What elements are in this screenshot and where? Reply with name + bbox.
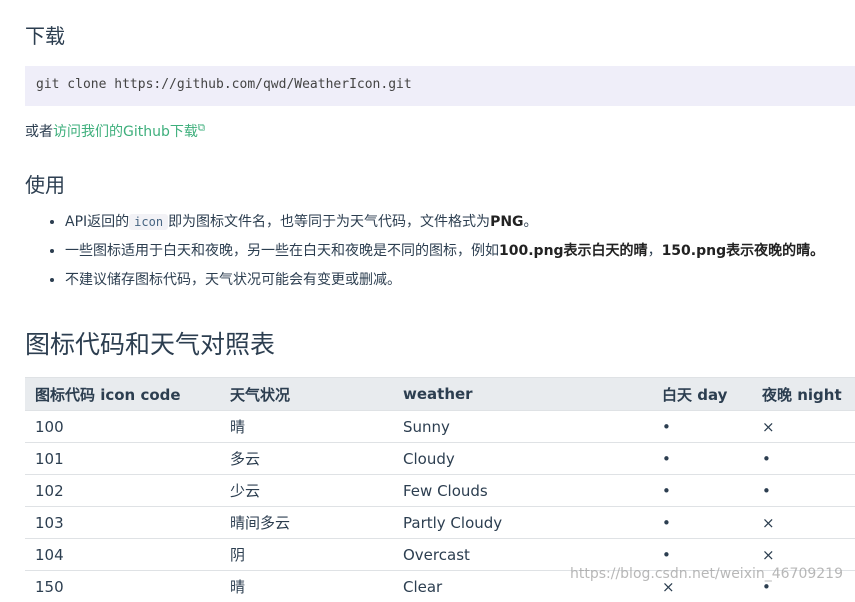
- column-header: 图标代码 icon code: [25, 378, 220, 411]
- table-cell: Few Clouds: [393, 475, 652, 507]
- table-cell: 100: [25, 411, 220, 443]
- column-header: 夜晚 night: [752, 378, 855, 411]
- table-cell: •: [752, 475, 855, 507]
- github-download-link[interactable]: 访问我们的Github下载: [53, 124, 198, 140]
- table-cell: 多云: [220, 443, 393, 475]
- table-cell: 101: [25, 443, 220, 475]
- column-header: 天气状况: [220, 378, 393, 411]
- table-cell: 晴: [220, 571, 393, 602]
- bold-text: 150.png表示夜晚的晴: [662, 243, 811, 259]
- table-row: 101 多云 Cloudy • •: [25, 443, 855, 475]
- table-cell: •: [752, 443, 855, 475]
- code-block[interactable]: git clone https://github.com/qwd/Weather…: [25, 66, 855, 106]
- heading-table: 图标代码和天气对照表: [25, 325, 275, 361]
- table-cell: 晴间多云: [220, 507, 393, 539]
- list-item: 一些图标适用于白天和夜晚，另一些在白天和夜晚是不同的图标，例如100.png表示…: [65, 241, 855, 261]
- table-cell: Sunny: [393, 411, 652, 443]
- table-cell: ×: [752, 507, 855, 539]
- table-cell: •: [652, 443, 752, 475]
- column-header: 白天 day: [652, 378, 752, 411]
- table-cell: •: [652, 475, 752, 507]
- alt-prefix: 或者: [25, 124, 53, 140]
- bold-text: 。: [810, 243, 824, 259]
- table-cell: Partly Cloudy: [393, 507, 652, 539]
- table-cell: 102: [25, 475, 220, 507]
- usage-list: API返回的icon即为图标文件名，也等同于为天气代码，文件格式为PNG。 一些…: [43, 212, 855, 299]
- text: 。: [524, 214, 538, 230]
- table-cell: •: [652, 507, 752, 539]
- table-header-row: 图标代码 icon code 天气状况 weather 白天 day 夜晚 ni…: [25, 378, 855, 411]
- table-cell: 阴: [220, 539, 393, 571]
- bold-text: PNG: [490, 214, 523, 230]
- text: 一些图标适用于白天和夜晚，另一些在白天和夜晚是不同的图标，例如: [65, 243, 499, 259]
- text: ，: [648, 243, 662, 259]
- table-cell: Cloudy: [393, 443, 652, 475]
- table-cell: 少云: [220, 475, 393, 507]
- bold-text: 100.png表示白天的晴: [499, 243, 648, 259]
- table-cell: 104: [25, 539, 220, 571]
- external-link-icon: ⧉: [198, 122, 205, 133]
- text: API返回的: [65, 214, 129, 230]
- text: 不建议储存图标代码，天气状况可能会有变更或删减。: [65, 272, 401, 288]
- table-row: 102 少云 Few Clouds • •: [25, 475, 855, 507]
- column-header: weather: [393, 378, 652, 411]
- list-item: 不建议储存图标代码，天气状况可能会有变更或删减。: [65, 270, 855, 290]
- table-cell: 晴: [220, 411, 393, 443]
- text: 即为图标文件名，也等同于为天气代码，文件格式为: [168, 214, 490, 230]
- inline-code: icon: [129, 214, 168, 230]
- list-item: API返回的icon即为图标文件名，也等同于为天气代码，文件格式为PNG。: [65, 212, 855, 232]
- heading-download: 下载: [25, 20, 65, 49]
- table-cell: ×: [752, 411, 855, 443]
- heading-usage: 使用: [25, 169, 65, 198]
- table-row: 100 晴 Sunny • ×: [25, 411, 855, 443]
- table-cell: •: [652, 411, 752, 443]
- alt-download-line: 或者访问我们的Github下载⧉: [25, 121, 205, 141]
- table-cell: 103: [25, 507, 220, 539]
- watermark: https://blog.csdn.net/weixin_46709219: [570, 566, 843, 582]
- table-row: 103 晴间多云 Partly Cloudy • ×: [25, 507, 855, 539]
- table-cell: 150: [25, 571, 220, 602]
